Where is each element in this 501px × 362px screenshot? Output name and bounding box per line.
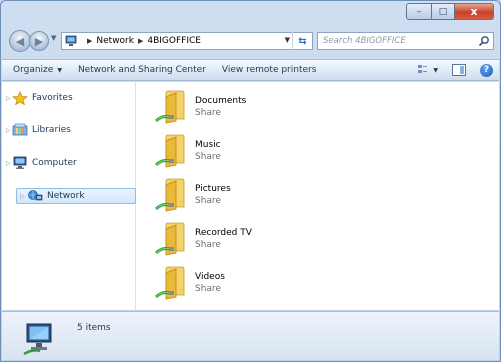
file-type: Share bbox=[195, 108, 221, 118]
expand-arrow-icon[interactable]: ▷ bbox=[2, 160, 12, 167]
expand-arrow-icon[interactable]: ▷ bbox=[17, 193, 27, 200]
network-icon bbox=[65, 35, 79, 47]
sidebar-item-label: Computer bbox=[32, 158, 77, 168]
computer-icon bbox=[12, 156, 28, 170]
list-item[interactable]: Pictures Share bbox=[154, 175, 294, 215]
search-placeholder: Search 4BIGOFFICE bbox=[323, 36, 406, 46]
shared-folder-icon bbox=[154, 219, 190, 259]
navigation-row: ◀ ▶ ▼ ▶ Network ▶ 4BIGOFFICE ▼ ⇆ Search … bbox=[7, 29, 494, 53]
preview-pane-icon[interactable] bbox=[452, 64, 466, 76]
search-icon[interactable] bbox=[478, 35, 490, 47]
change-view-icon[interactable] bbox=[417, 63, 433, 77]
close-button[interactable]: x bbox=[454, 3, 494, 20]
shared-folder-icon bbox=[154, 263, 190, 303]
sidebar-item-label: Network bbox=[47, 191, 85, 201]
breadcrumb-network[interactable]: Network bbox=[96, 36, 134, 46]
command-bar: Organize ▼ Network and Sharing Center Vie… bbox=[2, 59, 499, 81]
shared-folder-icon bbox=[154, 175, 190, 215]
list-item[interactable]: Recorded TV Share bbox=[154, 219, 294, 259]
minimize-button[interactable]: – bbox=[406, 3, 432, 20]
forward-arrow-icon: ▶ bbox=[34, 34, 44, 48]
status-bar: 5 items bbox=[2, 311, 499, 360]
list-item[interactable]: Videos Share bbox=[154, 263, 294, 303]
organize-label: Organize bbox=[13, 65, 54, 75]
address-dropdown-icon[interactable]: ▼ bbox=[285, 36, 290, 44]
file-type: Share bbox=[195, 196, 221, 206]
sidebar-item-favorites[interactable]: ▷ Favorites bbox=[2, 90, 73, 106]
expand-arrow-icon[interactable]: ▷ bbox=[2, 95, 12, 102]
back-button[interactable]: ◀ bbox=[9, 30, 31, 52]
file-name: Videos bbox=[195, 272, 225, 282]
file-type: Share bbox=[195, 284, 221, 294]
back-arrow-icon: ◀ bbox=[15, 34, 25, 48]
explorer-window: – □ x ◀ ▶ ▼ ▶ Network ▶ 4BIGOFFICE ▼ ⇆ S… bbox=[0, 0, 501, 362]
network-computer-icon bbox=[22, 321, 56, 357]
file-name: Documents bbox=[195, 96, 247, 106]
libraries-icon bbox=[12, 123, 28, 137]
breadcrumb-separator: ▶ bbox=[137, 37, 144, 45]
chevron-down-icon: ▼ bbox=[57, 67, 62, 74]
sidebar-item-label: Favorites bbox=[32, 93, 73, 103]
breadcrumb-4bigoffice[interactable]: 4BIGOFFICE bbox=[147, 36, 201, 46]
file-name: Music bbox=[195, 140, 221, 150]
list-item[interactable]: Music Share bbox=[154, 131, 294, 171]
forward-button[interactable]: ▶ bbox=[29, 31, 49, 51]
network-sharing-center-button[interactable]: Network and Sharing Center bbox=[70, 65, 214, 75]
sidebar-item-libraries[interactable]: ▷ Libraries bbox=[2, 122, 71, 138]
shared-folder-icon bbox=[154, 131, 190, 171]
sidebar-item-label: Libraries bbox=[32, 125, 71, 135]
recent-pages-dropdown[interactable]: ▼ bbox=[51, 34, 56, 42]
navigation-pane: ▷ Favorites ▷ Libraries ▷ Computer ▷ Net… bbox=[2, 82, 136, 310]
file-name: Pictures bbox=[195, 184, 231, 194]
caption-buttons: – □ x bbox=[406, 3, 494, 20]
view-remote-printers-button[interactable]: View remote printers bbox=[214, 65, 325, 75]
sidebar-item-computer[interactable]: ▷ Computer bbox=[2, 155, 77, 171]
address-bar[interactable]: ▶ Network ▶ 4BIGOFFICE ▼ ⇆ bbox=[61, 32, 313, 50]
star-icon bbox=[11, 91, 29, 106]
view-options-chevron-icon[interactable]: ▼ bbox=[433, 67, 438, 74]
breadcrumb-separator: ▶ bbox=[87, 37, 93, 45]
file-name: Recorded TV bbox=[195, 228, 252, 238]
sidebar-item-network[interactable]: ▷ Network bbox=[16, 188, 136, 204]
network-icon bbox=[27, 189, 43, 203]
help-icon[interactable]: ? bbox=[480, 63, 493, 77]
expand-arrow-icon[interactable]: ▷ bbox=[2, 127, 12, 134]
list-item[interactable]: Documents Share bbox=[154, 87, 294, 127]
refresh-icon[interactable]: ⇆ bbox=[292, 32, 312, 50]
item-count: 5 items bbox=[77, 323, 111, 333]
shared-folder-icon bbox=[154, 87, 190, 127]
maximize-button[interactable]: □ bbox=[432, 3, 454, 20]
file-type: Share bbox=[195, 152, 221, 162]
organize-menu[interactable]: Organize ▼ bbox=[2, 65, 70, 75]
content-area: ▷ Favorites ▷ Libraries ▷ Computer ▷ Net… bbox=[2, 82, 499, 310]
file-type: Share bbox=[195, 240, 221, 250]
file-list: Documents Share Music Share Pictures Sha… bbox=[137, 82, 499, 310]
command-bar-right: ▼ ? bbox=[417, 63, 493, 77]
search-input[interactable]: Search 4BIGOFFICE bbox=[317, 32, 494, 50]
